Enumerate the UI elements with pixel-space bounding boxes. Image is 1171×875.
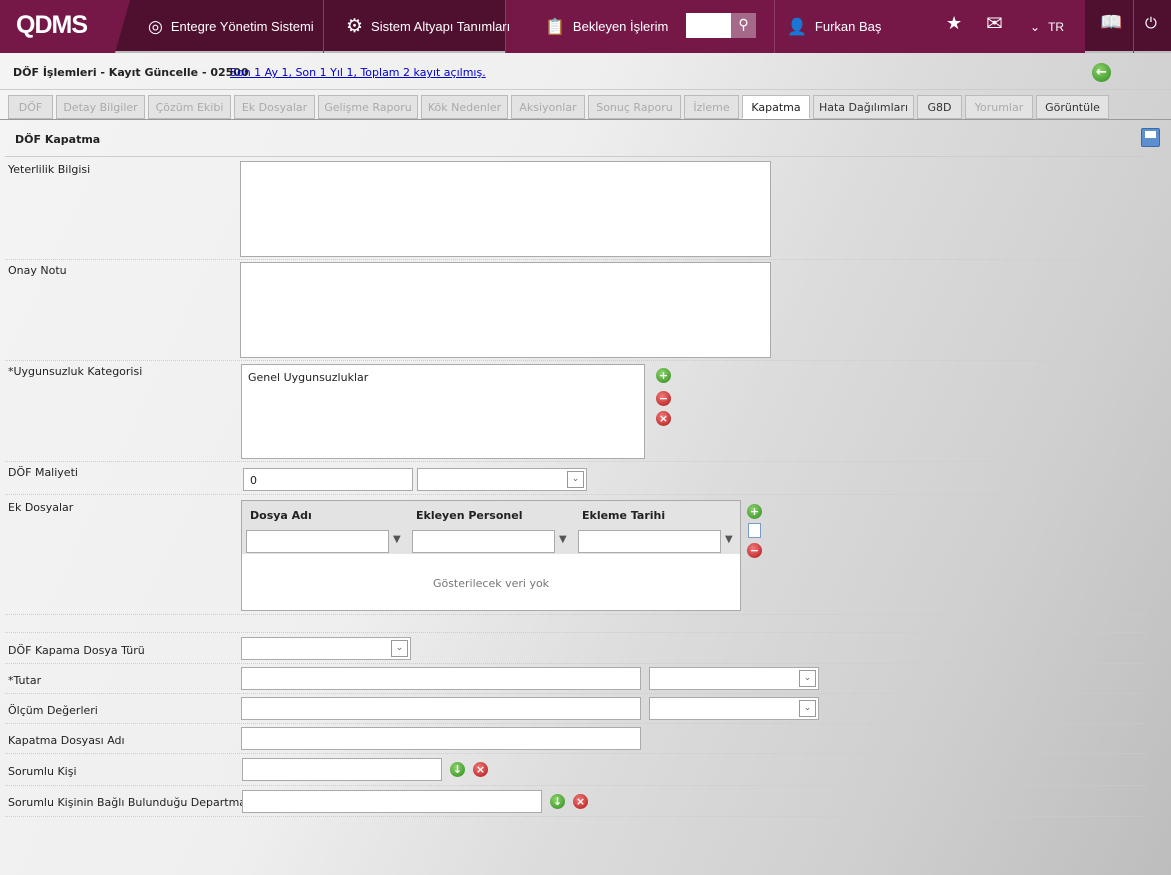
tab-i̇zleme: İzleme bbox=[684, 95, 739, 119]
chevron-down-icon: ⌄ bbox=[567, 471, 584, 488]
clear-icon[interactable]: × bbox=[473, 762, 488, 777]
search-icon[interactable]: ⚲ bbox=[731, 13, 756, 38]
label-kapatma-adi: Kapatma Dosyası Adı bbox=[8, 734, 125, 747]
kapatma-adi-input[interactable] bbox=[241, 727, 641, 750]
label-tutar: *Tutar bbox=[8, 674, 42, 687]
tab-kapatma[interactable]: Kapatma bbox=[742, 95, 810, 119]
tab-çözüm-ekibi: Çözüm Ekibi bbox=[148, 95, 231, 119]
chevron-down-icon: ⌄ bbox=[799, 670, 816, 687]
column-header[interactable]: Ekleyen Personel bbox=[416, 509, 522, 522]
select-arrow-icon[interactable]: ↓ bbox=[550, 794, 565, 809]
qdms-logo[interactable]: QDMS bbox=[16, 11, 88, 40]
departman-input[interactable] bbox=[242, 790, 542, 813]
empty-message: Gösterilecek veri yok bbox=[432, 577, 550, 590]
dosya-turu-select[interactable]: ⌄ bbox=[241, 637, 411, 660]
document-icon[interactable] bbox=[748, 523, 761, 538]
page-title: DÖF İşlemleri - Kayıt Güncelle - 02500 bbox=[13, 66, 249, 79]
filter-icon[interactable]: ▼ bbox=[725, 534, 733, 545]
label-maliyet: DÖF Maliyeti bbox=[8, 466, 78, 479]
q-circle-icon: ◎ bbox=[148, 16, 163, 36]
kategori-listbox[interactable]: Genel Uygunsuzluklar bbox=[241, 364, 645, 459]
label-sorumlu: Sorumlu Kişi bbox=[8, 765, 77, 778]
tab-aksiyonlar: Aksiyonlar bbox=[511, 95, 585, 119]
gear-icon: ⚙ bbox=[346, 16, 364, 37]
star-icon[interactable]: ★ bbox=[946, 13, 962, 34]
column-header[interactable]: Ekleme Tarihi bbox=[582, 509, 665, 522]
attachments-grid: Dosya Adı Ekleyen Personel Ekleme Tarihi… bbox=[241, 500, 741, 611]
user-icon: 👤 bbox=[787, 18, 807, 36]
filter-icon[interactable]: ▼ bbox=[559, 534, 567, 545]
currency-select[interactable]: ⌄ bbox=[417, 468, 587, 491]
tab-bar: DÖF Detay Bilgiler Çözüm Ekibi Ek Dosyalar G… bbox=[8, 95, 1109, 119]
label-olcum: Ölçüm Değerleri bbox=[8, 704, 98, 717]
help-book-icon[interactable]: 📖 bbox=[1100, 12, 1122, 33]
tab-hata-dağılımları[interactable]: Hata Dağılımları bbox=[813, 95, 914, 119]
label-departman: Sorumlu Kişinin Bağlı Bulunduğu Departma… bbox=[8, 796, 254, 809]
tab-yorumlar: Yorumlar bbox=[965, 95, 1033, 119]
remove-icon[interactable]: − bbox=[656, 391, 671, 406]
yeterlilik-textarea[interactable] bbox=[240, 161, 771, 257]
add-file-icon[interactable]: + bbox=[747, 504, 762, 519]
tab-kök-nedenler: Kök Nedenler bbox=[421, 95, 508, 119]
tab-döf: DÖF bbox=[8, 95, 53, 119]
tab-ek-dosyalar: Ek Dosyalar bbox=[234, 95, 315, 119]
tab-sonuç-raporu: Sonuç Raporu bbox=[588, 95, 681, 119]
sorumlu-input[interactable] bbox=[242, 758, 442, 781]
nav-bekleyen-islerim[interactable]: 📋 Bekleyen İşlerim bbox=[545, 0, 668, 53]
tab-detay-bilgiler: Detay Bilgiler bbox=[56, 95, 145, 119]
search-input[interactable] bbox=[686, 13, 731, 38]
kategori-item[interactable]: Genel Uygunsuzluklar bbox=[242, 365, 644, 390]
language-select[interactable]: ⌄ TR bbox=[1030, 0, 1064, 53]
nav-entegre-yonetim[interactable]: ◎ Entegre Yönetim Sistemi bbox=[148, 0, 314, 53]
tutar-input[interactable] bbox=[241, 667, 641, 690]
remove-file-icon[interactable]: − bbox=[747, 543, 762, 558]
chevron-down-icon: ⌄ bbox=[799, 700, 816, 717]
label-dosya-turu: DÖF Kapama Dosya Türü bbox=[8, 644, 145, 657]
label-yeterlilik: Yeterlilik Bilgisi bbox=[8, 163, 91, 176]
onay-notu-textarea[interactable] bbox=[240, 262, 771, 358]
add-icon[interactable]: + bbox=[656, 368, 671, 383]
tab-g8d[interactable]: G8D bbox=[917, 95, 962, 119]
back-arrow-icon[interactable]: ← bbox=[1092, 63, 1111, 82]
clear-icon[interactable]: × bbox=[573, 794, 588, 809]
filter-input[interactable] bbox=[246, 530, 389, 553]
clipboard-icon: 📋 bbox=[545, 18, 565, 36]
save-icon[interactable] bbox=[1141, 128, 1160, 147]
chevron-down-icon: ⌄ bbox=[391, 640, 408, 657]
clear-icon[interactable]: × bbox=[656, 411, 671, 426]
tab-görüntüle[interactable]: Görüntüle bbox=[1036, 95, 1109, 119]
olcum-input[interactable] bbox=[241, 697, 641, 720]
chevron-down-icon: ⌄ bbox=[1030, 19, 1041, 34]
mail-icon[interactable]: ✉ bbox=[986, 11, 1003, 35]
maliyet-input[interactable]: 0 bbox=[243, 468, 413, 491]
top-header: QDMS ◎ Entegre Yönetim Sistemi ⚙ Sistem Al… bbox=[0, 0, 1171, 53]
section-title: DÖF Kapatma bbox=[15, 133, 101, 146]
record-count-link[interactable]: Son 1 Ay 1, Son 1 Yıl 1, Toplam 2 kayıt … bbox=[230, 66, 486, 79]
olcum-unit-select[interactable]: ⌄ bbox=[649, 697, 819, 720]
user-menu[interactable]: 👤 Furkan Baş bbox=[787, 0, 881, 53]
power-icon[interactable]: ⏻ bbox=[1145, 14, 1157, 32]
filter-input[interactable] bbox=[578, 530, 721, 553]
filter-input[interactable] bbox=[412, 530, 555, 553]
label-onay-notu: Onay Notu bbox=[8, 264, 67, 277]
label-ek-dosyalar: Ek Dosyalar bbox=[8, 501, 74, 514]
filter-icon[interactable]: ▼ bbox=[393, 534, 401, 545]
nav-sistem-altyapi[interactable]: ⚙ Sistem Altyapı Tanımları bbox=[346, 0, 510, 53]
column-header[interactable]: Dosya Adı bbox=[250, 509, 312, 522]
tab-gelişme-raporu: Gelişme Raporu bbox=[318, 95, 418, 119]
label-kategori: *Uygunsuzluk Kategorisi bbox=[8, 365, 143, 378]
select-arrow-icon[interactable]: ↓ bbox=[450, 762, 465, 777]
tutar-unit-select[interactable]: ⌄ bbox=[649, 667, 819, 690]
